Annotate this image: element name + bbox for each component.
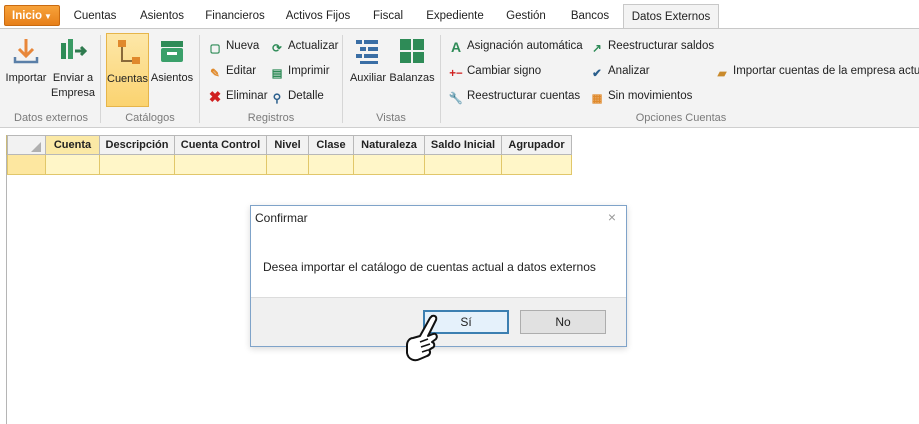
table-cell[interactable] bbox=[353, 154, 425, 175]
ribbon-separator bbox=[199, 35, 200, 123]
check-icon: ✔ bbox=[592, 68, 602, 80]
send-to-company-icon bbox=[61, 39, 88, 59]
cambiar-signo-button[interactable]: +− Cambiar signo bbox=[448, 61, 541, 81]
analizar-button[interactable]: ✔ Analizar bbox=[589, 61, 649, 81]
no-movements-icon: ▦ bbox=[591, 93, 603, 105]
detalle-button[interactable]: ⚲ Detalle bbox=[269, 86, 324, 106]
import-icon bbox=[13, 39, 39, 64]
restructure-balances-icon: ↗ bbox=[592, 43, 602, 55]
pencil-icon: ✎ bbox=[210, 68, 220, 80]
table-cell[interactable] bbox=[266, 154, 309, 175]
journal-entries-icon bbox=[161, 41, 183, 62]
plus-minus-icon: +− bbox=[449, 68, 463, 80]
asignacion-automatica-button[interactable]: A Asignación automática bbox=[448, 36, 583, 56]
eliminar-button[interactable]: ✖ Eliminar bbox=[207, 86, 268, 106]
column-header-cuenta-control[interactable]: Cuenta Control bbox=[174, 135, 267, 155]
tab-fiscal[interactable]: Fiscal bbox=[364, 4, 412, 28]
row-indicator[interactable] bbox=[7, 154, 46, 175]
tab-cuentas[interactable]: Cuentas bbox=[66, 4, 124, 28]
dialog-title: Confirmar bbox=[255, 211, 308, 225]
ribbon: Importar Enviar a Empresa Datos externos … bbox=[0, 28, 919, 128]
accounts-grid: Cuenta Descripción Cuenta Control Nivel … bbox=[6, 135, 572, 175]
group-label-opciones-cuentas: Opciones Cuentas bbox=[635, 112, 727, 124]
column-header-saldo-inicial[interactable]: Saldo Inicial bbox=[424, 135, 502, 155]
reestructurar-saldos-button[interactable]: ↗ Reestructurar saldos bbox=[589, 36, 714, 56]
ribbon-tab-bar: Inicio ▼ Cuentas Asientos Financieros Act… bbox=[0, 0, 919, 29]
table-cell[interactable] bbox=[501, 154, 572, 175]
select-all-icon bbox=[31, 141, 41, 152]
dialog-message: Desea importar el catálogo de cuentas ac… bbox=[263, 260, 596, 274]
balanzas-button[interactable]: Balanzas bbox=[389, 33, 435, 107]
table-cell[interactable] bbox=[424, 154, 502, 175]
sin-movimientos-button[interactable]: ▦ Sin movimientos bbox=[589, 86, 693, 106]
accounts-tree-icon bbox=[117, 40, 140, 64]
enviar-a-empresa-button[interactable]: Enviar a Empresa bbox=[50, 33, 96, 107]
table-cell[interactable] bbox=[99, 154, 175, 175]
tab-bancos[interactable]: Bancos bbox=[562, 4, 618, 28]
new-document-icon: ▢ bbox=[209, 43, 221, 55]
tab-gestion[interactable]: Gestión bbox=[498, 4, 554, 28]
table-cell[interactable] bbox=[45, 154, 100, 175]
importar-button[interactable]: Importar bbox=[4, 33, 48, 107]
group-label-registros: Registros bbox=[247, 112, 295, 124]
column-header-agrupador[interactable]: Agrupador bbox=[501, 135, 572, 155]
tab-activos-fijos[interactable]: Activos Fijos bbox=[280, 4, 356, 28]
group-label-catalogos: Catálogos bbox=[125, 112, 175, 124]
imprimir-button[interactable]: ▤ Imprimir bbox=[269, 61, 330, 81]
column-header-descripcion[interactable]: Descripción bbox=[99, 135, 175, 155]
balance-grid-icon bbox=[400, 39, 424, 63]
no-button[interactable]: No bbox=[520, 310, 606, 334]
column-header-cuenta[interactable]: Cuenta bbox=[45, 135, 100, 155]
column-header-nivel[interactable]: Nivel bbox=[266, 135, 309, 155]
table-row[interactable] bbox=[7, 154, 572, 175]
ledger-grid-icon bbox=[356, 40, 378, 64]
group-label-datos-externos: Datos externos bbox=[14, 112, 88, 124]
importar-cuentas-empresa-button[interactable]: ▰ Importar cuentas de la empresa actual bbox=[714, 61, 919, 81]
actualizar-button[interactable]: ⟳ Actualizar bbox=[269, 36, 338, 56]
wrench-icon: 🔧 bbox=[448, 93, 464, 105]
asientos-button[interactable]: Asientos bbox=[150, 33, 194, 107]
nueva-button[interactable]: ▢ Nueva bbox=[207, 36, 260, 56]
auto-assign-icon: A bbox=[450, 39, 462, 55]
tab-expediente[interactable]: Expediente bbox=[420, 4, 490, 28]
cuentas-button[interactable]: Cuentas bbox=[106, 33, 149, 107]
refresh-icon: ⟳ bbox=[272, 43, 282, 55]
grid-left-border bbox=[6, 155, 7, 424]
tab-inicio[interactable]: Inicio ▼ bbox=[4, 5, 60, 26]
ribbon-separator bbox=[342, 35, 343, 123]
delete-icon: ✖ bbox=[208, 89, 222, 106]
magnifier-icon: ⚲ bbox=[272, 93, 282, 105]
editar-button[interactable]: ✎ Editar bbox=[207, 61, 256, 81]
tab-datos-externos[interactable]: Datos Externos bbox=[623, 4, 719, 29]
folder-import-icon: ▰ bbox=[717, 68, 727, 80]
tab-asientos[interactable]: Asientos bbox=[132, 4, 192, 28]
close-icon[interactable]: × bbox=[608, 209, 616, 225]
column-header-clase[interactable]: Clase bbox=[308, 135, 354, 155]
ribbon-separator bbox=[100, 35, 101, 123]
group-label-vistas: Vistas bbox=[376, 112, 406, 124]
printer-icon: ▤ bbox=[271, 68, 283, 80]
grid-corner bbox=[7, 135, 46, 155]
tab-financieros[interactable]: Financieros bbox=[198, 4, 272, 28]
column-header-naturaleza[interactable]: Naturaleza bbox=[353, 135, 425, 155]
hand-pointer-icon bbox=[406, 314, 438, 362]
table-cell[interactable] bbox=[174, 154, 267, 175]
auxiliar-button[interactable]: Auxiliar bbox=[348, 33, 388, 107]
ribbon-separator bbox=[440, 35, 441, 123]
table-cell[interactable] bbox=[308, 154, 354, 175]
reestructurar-cuentas-button[interactable]: 🔧 Reestructurar cuentas bbox=[448, 86, 580, 106]
